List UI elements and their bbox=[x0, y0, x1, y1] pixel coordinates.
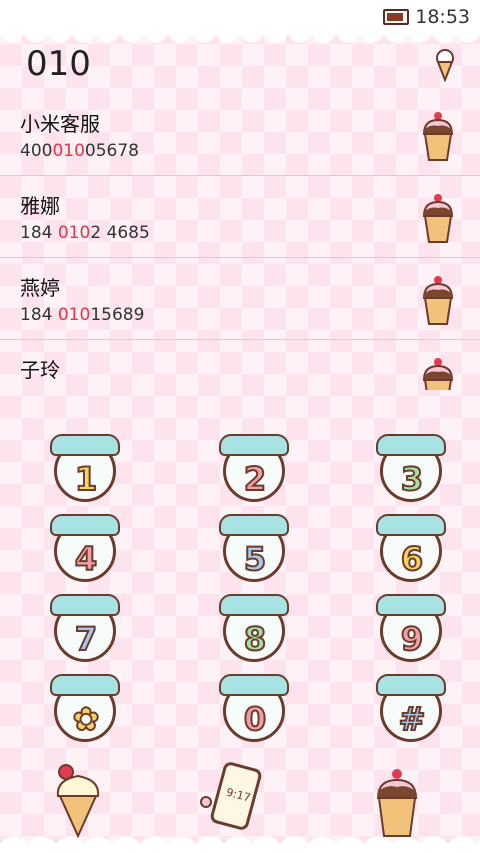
contact-name: 子玲 bbox=[20, 358, 60, 382]
soft-serve-cone-icon[interactable] bbox=[50, 762, 106, 838]
contact-name: 小米客服 bbox=[20, 112, 100, 136]
key-label: 7 bbox=[74, 619, 98, 659]
status-time: 18:53 bbox=[415, 6, 470, 28]
key-label: # bbox=[398, 699, 427, 739]
key-6[interactable]: 6 bbox=[374, 510, 450, 582]
contact-row[interactable]: 小米客服 40001005678 bbox=[0, 94, 480, 176]
ice-cream-cup-icon[interactable] bbox=[374, 766, 420, 838]
contact-row[interactable]: 雅娜 184 0102 4685 bbox=[0, 176, 480, 258]
ice-cream-cup-icon[interactable] bbox=[420, 192, 456, 244]
key-8[interactable]: 8 bbox=[217, 590, 293, 662]
key-0[interactable]: 0 bbox=[217, 670, 293, 742]
ice-cream-cup-icon[interactable] bbox=[420, 274, 456, 326]
key-label: 5 bbox=[243, 539, 267, 579]
ice-cream-cup-icon[interactable] bbox=[420, 356, 456, 390]
key-label: 6 bbox=[400, 539, 424, 579]
key-label: 2 bbox=[243, 459, 267, 499]
contact-row[interactable]: 子玲 bbox=[0, 340, 480, 390]
dial-keypad: 1 2 3 4 5 6 7 8 9 ✿ 0 # bbox=[0, 430, 480, 745]
key-hash[interactable]: # bbox=[374, 670, 450, 742]
key-label: 8 bbox=[243, 619, 267, 659]
dial-header: 010 bbox=[0, 34, 480, 94]
key-2[interactable]: 2 bbox=[217, 430, 293, 502]
key-label: 9 bbox=[400, 619, 424, 659]
bottom-action-bar: 9:17 bbox=[0, 762, 480, 838]
contact-name: 雅娜 bbox=[20, 194, 60, 218]
battery-icon bbox=[383, 9, 410, 25]
key-7[interactable]: 7 bbox=[48, 590, 124, 662]
ice-cream-cone-icon[interactable] bbox=[434, 48, 454, 83]
key-label: 3 bbox=[400, 459, 424, 499]
key-star[interactable]: ✿ bbox=[48, 670, 124, 742]
contact-row[interactable]: 燕婷 184 01015689 bbox=[0, 258, 480, 340]
contact-number: 184 01015689 bbox=[20, 305, 145, 325]
ice-cream-cup-icon[interactable] bbox=[420, 110, 456, 162]
key-label: 0 bbox=[243, 699, 267, 739]
key-4[interactable]: 4 bbox=[48, 510, 124, 582]
search-results-list: 小米客服 40001005678 雅娜 184 0102 4685 燕婷 184… bbox=[0, 94, 480, 390]
status-bar: 18:53 bbox=[0, 0, 480, 34]
contact-name: 燕婷 bbox=[20, 276, 60, 300]
key-label: 4 bbox=[74, 539, 98, 579]
key-9[interactable]: 9 bbox=[374, 590, 450, 662]
flower-icon: ✿ bbox=[72, 699, 101, 739]
key-5[interactable]: 5 bbox=[217, 510, 293, 582]
contact-number: 40001005678 bbox=[20, 141, 139, 161]
phone-call-icon[interactable]: 9:17 bbox=[196, 762, 276, 834]
contact-number: 184 0102 4685 bbox=[20, 223, 150, 243]
dialed-number[interactable]: 010 bbox=[26, 44, 91, 84]
key-3[interactable]: 3 bbox=[374, 430, 450, 502]
key-1[interactable]: 1 bbox=[48, 430, 124, 502]
key-label: 1 bbox=[74, 459, 98, 499]
